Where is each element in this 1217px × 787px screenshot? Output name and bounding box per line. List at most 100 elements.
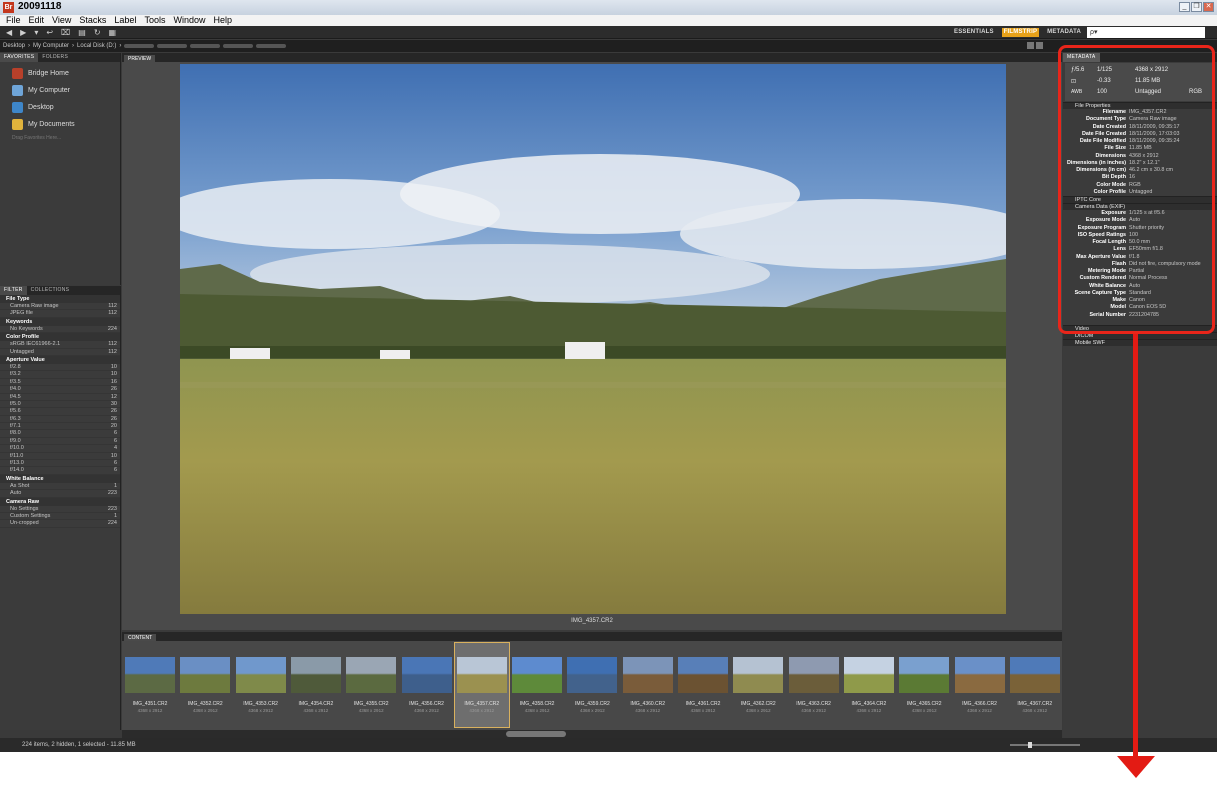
filmstrip-thumbnail[interactable]: IMG_4353.CR2 4368 x 2912	[234, 643, 288, 727]
thumbnail-filename: IMG_4352.CR2	[187, 701, 223, 707]
filmstrip-thumbnail[interactable]: IMG_4361.CR2 4368 x 2912	[676, 643, 730, 727]
camera-icon[interactable]: ⌧	[61, 27, 70, 38]
filter-row[interactable]: f/3.5 16	[0, 379, 120, 387]
filter-count: 12	[110, 393, 117, 400]
chevron-right-icon: ›	[72, 43, 75, 49]
tab-filter[interactable]: FILTER	[0, 286, 27, 295]
recent-icon[interactable]: ▾	[34, 27, 38, 38]
filter-row[interactable]: Custom Settings 1	[0, 513, 120, 521]
filmstrip-thumbnail[interactable]: IMG_4358.CR2 4368 x 2912	[510, 643, 564, 727]
filter-row[interactable]: Untagged 112	[0, 349, 120, 356]
filter-row[interactable]: As Shot 1	[0, 483, 120, 491]
thumbnail-image	[290, 657, 341, 693]
filter-row[interactable]: f/2.8 10	[0, 364, 120, 372]
tab-collections[interactable]: COLLECTIONS	[27, 286, 74, 295]
scrollbar-thumb[interactable]	[506, 731, 566, 737]
menu-file[interactable]: File	[2, 15, 25, 26]
filmstrip-thumbnail[interactable]: IMG_4356.CR2 4368 x 2912	[400, 643, 454, 727]
reveal-icon[interactable]: ↩	[46, 27, 53, 38]
rotate-icon[interactable]: ↻	[94, 27, 101, 38]
filter-row[interactable]: f/10.0 4	[0, 445, 120, 453]
menu-edit[interactable]: Edit	[25, 15, 49, 26]
filmstrip-thumbnail[interactable]: IMG_4357.CR2 4368 x 2912	[453, 642, 510, 728]
filmstrip-thumbnail[interactable]: IMG_4351.CR2 4368 x 2912	[123, 643, 177, 727]
filter-group-title[interactable]: File Type	[0, 295, 120, 303]
filter-row[interactable]: No Keywords 224	[0, 326, 120, 334]
filmstrip-thumbnail[interactable]: IMG_4352.CR2 4368 x 2912	[178, 643, 232, 727]
thumbnail-image	[954, 657, 1005, 693]
restore-button[interactable]: ❐	[1191, 2, 1202, 12]
menu-window[interactable]: Window	[169, 15, 209, 26]
filmstrip-thumbnail[interactable]: IMG_4364.CR2 4368 x 2912	[842, 643, 896, 727]
search-input[interactable]: ρ▾	[1087, 27, 1205, 38]
workspace-essentials[interactable]: ESSENTIALS	[952, 28, 996, 37]
filter-row[interactable]: Un-cropped 224	[0, 520, 120, 528]
thumbnail-image	[678, 657, 728, 693]
output-icon[interactable]: ▦	[109, 27, 117, 38]
favorite-item[interactable]: Bridge Home	[0, 65, 120, 82]
filmstrip-thumbnail[interactable]: IMG_4363.CR2 4368 x 2912	[787, 643, 841, 727]
filmstrip-thumbnail[interactable]: IMG_4366.CR2 4368 x 2912	[953, 643, 1007, 727]
menu-help[interactable]: Help	[209, 15, 236, 26]
filmstrip-thumbnail[interactable]: IMG_4367.CR2 4368 x 2912	[1008, 643, 1062, 727]
filmstrip-scrollbar[interactable]	[122, 730, 1062, 738]
favorite-item[interactable]: Desktop	[0, 99, 120, 116]
favorite-item[interactable]: My Documents	[0, 116, 120, 133]
close-button[interactable]: ✕	[1203, 2, 1214, 12]
filmstrip-thumbnail[interactable]: IMG_4360.CR2 4368 x 2912	[621, 643, 675, 727]
filter-row[interactable]: f/3.2 10	[0, 371, 120, 379]
filter-count: 6	[113, 437, 117, 444]
filmstrip-thumbnail[interactable]: IMG_4359.CR2 4368 x 2912	[565, 643, 619, 727]
filter-row[interactable]: JPEG file 112	[0, 310, 120, 318]
filmstrip-thumbnail[interactable]: IMG_4355.CR2 4368 x 2912	[344, 643, 398, 727]
filter-row[interactable]: f/8.0 6	[0, 430, 120, 438]
filter-row[interactable]: f/5.6 26	[0, 408, 120, 416]
filter-group-title[interactable]: Keywords	[0, 317, 120, 326]
slider-handle[interactable]	[1028, 742, 1032, 748]
refine-icon[interactable]: ▤	[78, 27, 86, 38]
tab-folders[interactable]: FOLDERS	[38, 53, 72, 62]
workspace-filmstrip[interactable]: FILMSTRIP	[1001, 28, 1040, 37]
breadcrumb-item[interactable]: Local Disk (D:)	[77, 40, 116, 52]
filter-group-title[interactable]: Aperture Value	[0, 355, 120, 364]
filter-label: f/14.0	[10, 467, 24, 474]
menu-view[interactable]: View	[48, 15, 75, 26]
thumbnail-image	[1009, 657, 1060, 693]
filter-row[interactable]: Camera Raw image 112	[0, 303, 120, 311]
filter-row[interactable]: Auto 223	[0, 490, 120, 498]
filter-row[interactable]: f/7.1 20	[0, 423, 120, 431]
menu-label[interactable]: Label	[110, 15, 140, 26]
filter-row[interactable]: f/11.0 10	[0, 453, 120, 461]
filter-row[interactable]: f/13.0 6	[0, 460, 120, 468]
favorite-item[interactable]: My Computer	[0, 82, 120, 99]
menu-stacks[interactable]: Stacks	[75, 15, 110, 26]
list-view-icon[interactable]	[1036, 42, 1043, 49]
filter-row[interactable]: f/14.0 6	[0, 467, 120, 475]
breadcrumb-item[interactable]: Desktop	[3, 40, 25, 52]
workspace-metadata[interactable]: METADATA	[1045, 28, 1083, 37]
filter-group-title[interactable]: Camera Raw	[0, 497, 120, 506]
filmstrip-thumbnail[interactable]: IMG_4354.CR2 4368 x 2912	[289, 643, 343, 727]
filter-row[interactable]: f/9.0 6	[0, 437, 120, 446]
thumbnail-size-slider[interactable]	[1010, 742, 1080, 748]
filter-row[interactable]: f/4.5 12	[0, 394, 120, 401]
filter-row[interactable]: f/4.0 26	[0, 386, 120, 394]
filter-group-title[interactable]: Color Profile	[0, 333, 120, 342]
tab-favorites[interactable]: FAVORITES	[0, 53, 39, 62]
filter-row[interactable]: f/6.3 26	[0, 416, 120, 424]
chevron-right-icon: ›	[119, 43, 122, 49]
filter-group-title[interactable]: White Balance	[0, 474, 120, 483]
toolbar: ◀ ▶ ▾ ↩ ⌧ ▤ ↻ ▦ ESSENTIALS FILMSTRIP METAD…	[0, 26, 1217, 39]
filter-row[interactable]: sRGB IEC61966-2.1 112	[0, 341, 120, 349]
menu-tools[interactable]: Tools	[140, 15, 169, 26]
minimize-button[interactable]: _	[1179, 2, 1190, 12]
filter-row[interactable]: No Settings 223	[0, 506, 120, 513]
section-mobile-swf[interactable]: Mobile SWF	[1063, 338, 1217, 346]
filmstrip-thumbnail[interactable]: IMG_4362.CR2 4368 x 2912	[731, 643, 785, 727]
breadcrumb-item[interactable]: My Computer	[33, 40, 69, 52]
filmstrip-thumbnail[interactable]: IMG_4365.CR2 4368 x 2912	[897, 643, 951, 727]
filter-row[interactable]: f/5.0 30	[0, 401, 120, 409]
back-icon[interactable]: ◀	[6, 27, 12, 38]
grid-view-icon[interactable]	[1027, 42, 1034, 49]
forward-icon[interactable]: ▶	[20, 27, 26, 38]
